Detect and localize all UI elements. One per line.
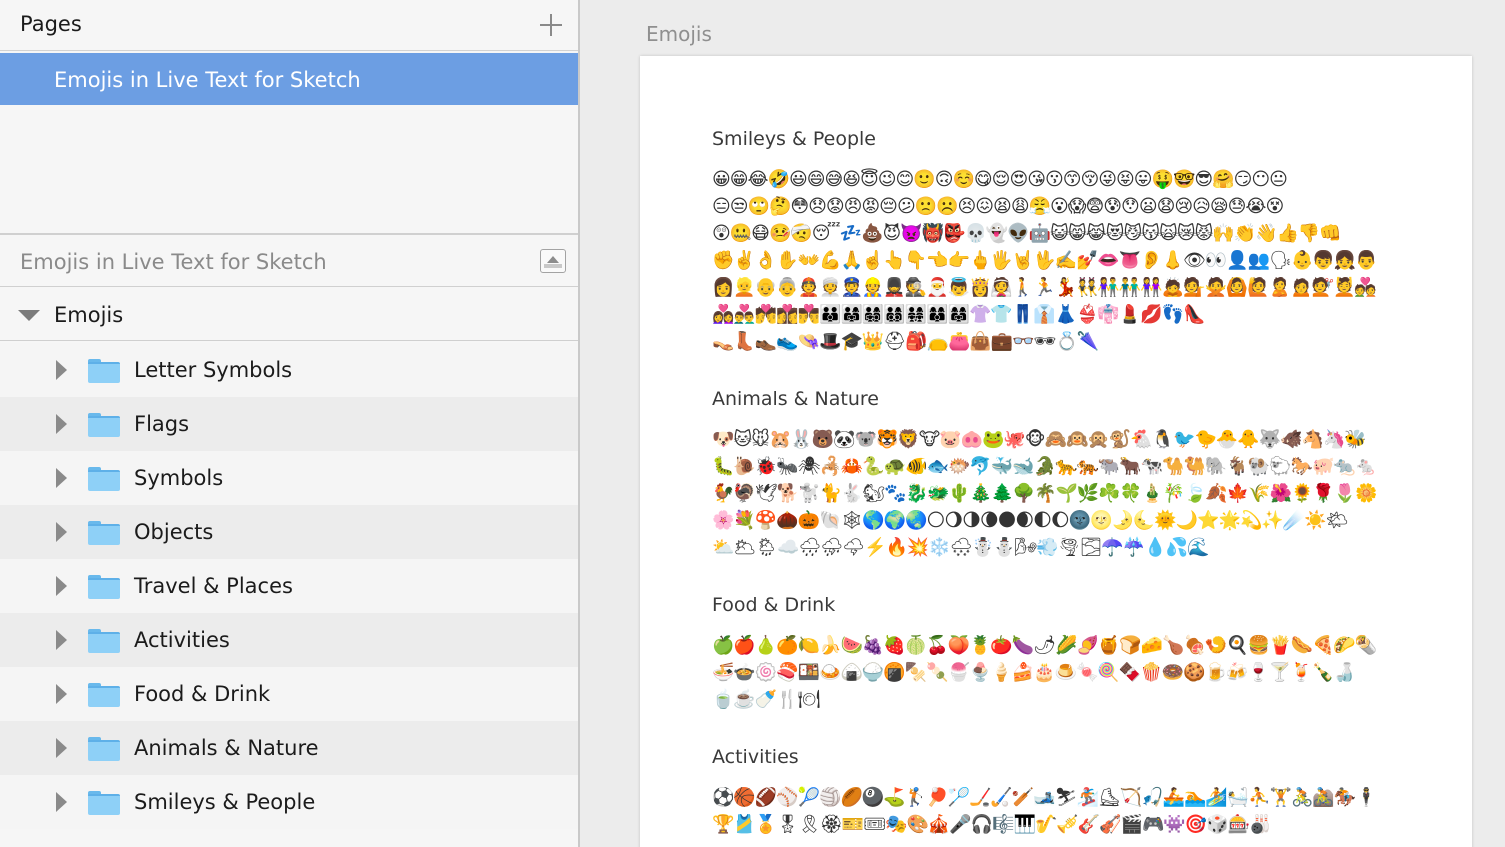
artboard[interactable]: Smileys & People 😀😁😂🤣😃😄😅😆😇😉😊🙂🙃☺️😋😌😍😘😗😙😚😜😝… [640, 56, 1472, 847]
page-item-selected[interactable]: Emojis in Live Text for Sketch [0, 53, 578, 105]
layer-group[interactable]: Letter Symbols [0, 343, 578, 397]
emoji-line: 😲🤐😷🤒🤕😴💤💩😈👿👹👺💀👻👽🤖😺😸😹😻😼😽🙀😿😾🙌👏👋👍👎👊 [712, 223, 1342, 244]
layer-group[interactable]: Travel & Places [0, 559, 578, 613]
layers-title: Emojis in Live Text for Sketch [20, 250, 327, 274]
emoji-line: 😑😒🙄🤔😳😞😟😠😡😔😕🙁☹️😣😖😫😩😤😮😱😨😰😯😦😧😢😥😪😓😭😵 [712, 196, 1284, 217]
section-title: Activities [712, 746, 799, 768]
collapse-panel-icon[interactable] [540, 249, 566, 273]
layer-group[interactable]: Flags [0, 397, 578, 451]
layer-group-label: Travel & Places [134, 574, 293, 598]
emoji-line: ⛅️🌥🌦☁️🌧⛈🌩⚡️🔥💥❄️🌨☃️⛄️🌬💨🌪🌫☂️☔️💧💦🌊 [712, 537, 1209, 558]
emoji-line: 😀😁😂🤣😃😄😅😆😇😉😊🙂🙃☺️😋😌😍😘😗😙😚😜😝😛🤑🤓😎🤗😏😶😐 [712, 169, 1288, 190]
layer-artboard-emojis[interactable]: Emojis [0, 288, 578, 341]
disclosure-right-icon[interactable] [56, 522, 67, 542]
layer-group[interactable]: Smileys & People [0, 775, 578, 829]
emoji-line: ✊✌️👌✋👐💪🙏☝️👆👇👈👉🖕🖐🤘🖖✍️💅👄👅👂👃👁👀👤👥🗣👶👦👧👨 [712, 250, 1378, 271]
plus-icon[interactable] [536, 10, 566, 40]
layer-group-label: Smileys & People [134, 790, 316, 814]
disclosure-down-icon[interactable] [18, 310, 40, 321]
pages-title: Pages [20, 12, 82, 36]
pages-list-empty-area [0, 105, 578, 235]
folder-icon [88, 791, 120, 815]
emoji-line: 🍜🍲🍥🍣🍱🍛🍙🍚🍘🍢🍡🍧🍨🍦🍰🎂🍮🍬🍭🍫🍿🍩🍪🍺🍻🍷🍸🍹🍾🍶 [712, 662, 1355, 683]
disclosure-right-icon[interactable] [56, 792, 67, 812]
layer-group-label: Objects [134, 520, 214, 544]
emoji-line: 👩‍❤️‍👩👨‍❤️‍👨💏👩‍❤️‍💋‍👩👨‍❤️‍💋‍👨👪👨‍👩‍👧👨‍👩‍👧… [712, 304, 1205, 325]
folder-icon [88, 575, 120, 599]
disclosure-right-icon[interactable] [56, 360, 67, 380]
layer-group-label: Flags [134, 412, 190, 436]
layer-group[interactable]: Symbols [0, 451, 578, 505]
folder-icon [88, 413, 120, 437]
artboard-label: Emojis [54, 303, 124, 327]
layer-group-label: Animals & Nature [134, 736, 319, 760]
folder-icon [88, 467, 120, 491]
layer-group[interactable]: Activities [0, 613, 578, 667]
folder-icon [88, 737, 120, 761]
layer-group-label: Letter Symbols [134, 358, 293, 382]
folder-icon [88, 683, 120, 707]
section-title: Smileys & People [712, 128, 876, 150]
emoji-line: 🍏🍎🍐🍊🍋🍌🍉🍇🍓🍈🍒🍑🍍🍅🍆🌶🌽🍠🍯🍞🧀🍗🍖🍤🍳🍔🍟🌭🍕🌮🌯 [712, 635, 1377, 656]
emoji-line: 🐓🦃🕊🐕🐩🐈🐇🐿🐾🐉🐲🌵🎄🌲🌳🌴🌱🌿☘️🍀🎍🎋🍃🍂🍁🌾🌺🌻🌹🌷🌼 [712, 483, 1378, 504]
artboard-title[interactable]: Emojis [646, 22, 712, 46]
folder-icon [88, 521, 120, 545]
section-title: Food & Drink [712, 594, 836, 616]
layers-header: Emojis in Live Text for Sketch [0, 237, 578, 287]
layer-group-label: Food & Drink [134, 682, 271, 706]
layer-group[interactable]: Animals & Nature [0, 721, 578, 775]
disclosure-right-icon[interactable] [56, 630, 67, 650]
layer-group-label: Symbols [134, 466, 224, 490]
layer-group[interactable]: Food & Drink [0, 667, 578, 721]
disclosure-right-icon[interactable] [56, 468, 67, 488]
pages-header: Pages [0, 0, 578, 51]
emoji-line: 🏆🎽🏅🎖🎗🏵🎫🎟🎭🎨🎪🎤🎧🎼🎹🎷🎺🎸🎻🎬🎮👾🎯🎲🎰🎳 [712, 814, 1271, 835]
disclosure-right-icon[interactable] [56, 684, 67, 704]
emoji-line: 🍵☕️🍼🍴🍽 [712, 689, 821, 710]
disclosure-right-icon[interactable] [56, 414, 67, 434]
disclosure-right-icon[interactable] [56, 738, 67, 758]
section-title: Animals & Nature [712, 388, 879, 410]
layer-group-label: Activities [134, 628, 230, 652]
disclosure-right-icon[interactable] [56, 576, 67, 596]
emoji-line: 🐛🐌🐞🐜🕷🦂🦀🐍🐢🐠🐟🐡🐬🐳🐋🐊🐆🐅🐃🐂🐄🐪🐫🐘🐐🐏🐑🐎🐖🐀🐁 [712, 456, 1377, 477]
folder-icon [88, 629, 120, 653]
layer-group[interactable]: Objects [0, 505, 578, 559]
emoji-line: 🐶🐱🐭🐹🐰🐻🐼🐨🐯🦁🐮🐷🐽🐸🐙🐵🙈🙉🙊🐒🐔🐧🐦🐤🐣🐥🐺🐗🐴🦄🐝 [712, 429, 1367, 450]
emoji-line: 👩👱👴👵👲👳👮👷💂🕵🎅👼👸👰🚶🏃💃👯👫👬👭🙇💁🙅🙆🙋🙎🙍💇💆💑 [712, 277, 1377, 298]
page-item-label: Emojis in Live Text for Sketch [54, 68, 361, 92]
canvas[interactable]: Emojis Smileys & People 😀😁😂🤣😃😄😅😆😇😉😊🙂🙃☺️😋😌… [580, 0, 1505, 847]
emoji-line: 🌸💐🍄🌰🎃🐚🕸🌎🌍🌏🌕🌖🌗🌘🌑🌒🌓🌔🌚🌝🌛🌜🌞🌙⭐️🌟💫✨☄️☀️🌤 [712, 510, 1348, 531]
emoji-line: ⚽️🏀🏈⚾️🎾🏐🏉🎱⛳️🏌🏓🏸🏒🏑🏏🎿⛷🏂⛸🏹🎣🚣🏊🏄🛀⛹🏋🚴🚵🏇🕴 [712, 787, 1378, 808]
emoji-line: 👡👢👞👟👒🎩🎓👑⛑🎒👝👛👜💼👓🕶💍🌂 [712, 331, 1099, 352]
sidebar: Pages Emojis in Live Text for Sketch Emo… [0, 0, 580, 847]
folder-icon [88, 359, 120, 383]
